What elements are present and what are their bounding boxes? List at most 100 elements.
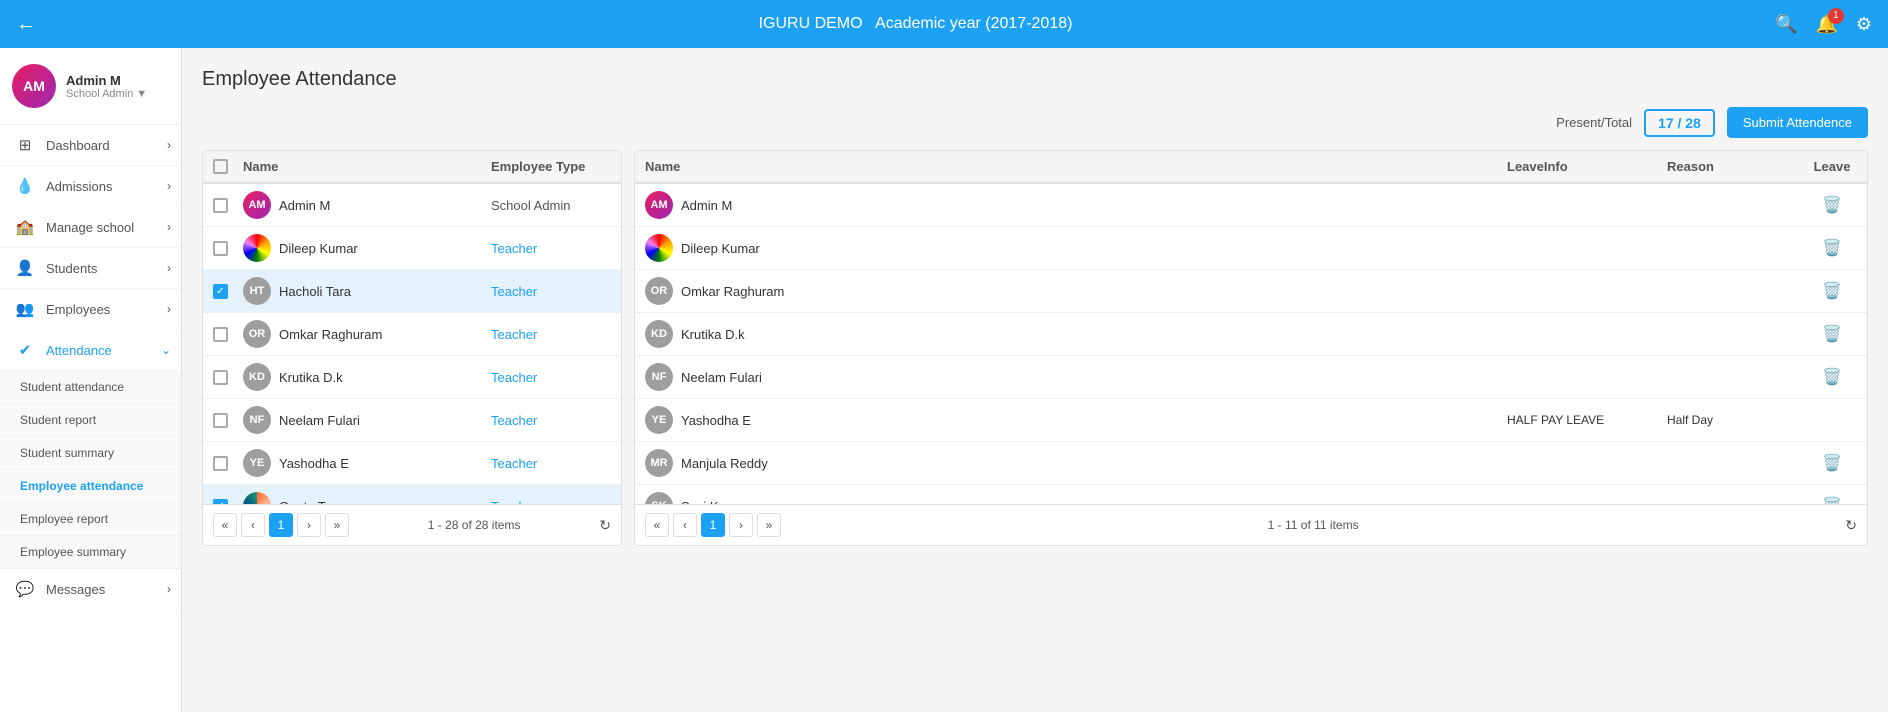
right-employee-table: Name LeaveInfo Reason Leave AM Admin M 🗑…	[634, 150, 1868, 546]
employee-name: Yashodha E	[279, 456, 349, 471]
notifications-icon[interactable]: 🔔 1	[1815, 14, 1837, 35]
table-row[interactable]: ✓ Geeta T Teacher	[203, 485, 621, 504]
leave-icon[interactable]: 🗑️	[1822, 195, 1842, 215]
table-row[interactable]: MR Manjula Reddy 🗑️	[635, 442, 1867, 485]
avatar: SK	[645, 492, 673, 504]
right-table-header: Name LeaveInfo Reason Leave	[635, 151, 1867, 184]
employee-name: Dileep Kumar	[681, 241, 760, 256]
sidebar-item-label: Messages	[46, 582, 105, 597]
leave-action[interactable]: 🗑️	[1807, 195, 1857, 215]
top-bar: Present/Total 17 / 28 Submit Attendence	[202, 107, 1868, 138]
leave-icon[interactable]: 🗑️	[1822, 238, 1842, 258]
table-row[interactable]: AM Admin M School Admin	[203, 184, 621, 227]
employees-icon: 👥	[14, 300, 36, 318]
avatar: MR	[645, 449, 673, 477]
reason-column-header: Reason	[1667, 159, 1807, 174]
sidebar-item-employee-report[interactable]: Employee report	[0, 503, 181, 536]
reason: Half Day	[1667, 413, 1807, 427]
leave-icon[interactable]: 🗑️	[1822, 324, 1842, 344]
page-title: Employee Attendance	[202, 68, 1868, 91]
prev-page-button-r[interactable]: ‹	[673, 513, 697, 537]
table-row[interactable]: ✓ HT Hacholi Tara Teacher	[203, 270, 621, 313]
employee-type: Teacher	[491, 456, 611, 471]
first-page-button-r[interactable]: «	[645, 513, 669, 537]
sidebar-item-employee-summary[interactable]: Employee summary	[0, 536, 181, 569]
sidebar-item-students[interactable]: 👤 Students ›	[0, 248, 181, 289]
table-row[interactable]: Dileep Kumar Teacher	[203, 227, 621, 270]
header-icons: 🔍 🔔 1 ⚙	[1775, 14, 1872, 35]
refresh-icon-r[interactable]: ↻	[1845, 517, 1857, 534]
search-icon[interactable]: 🔍	[1775, 14, 1797, 35]
table-row[interactable]: OR Omkar Raghuram Teacher	[203, 313, 621, 356]
leave-icon[interactable]: 🗑️	[1822, 453, 1842, 473]
leave-icon[interactable]: 🗑️	[1822, 496, 1842, 504]
row-checkbox[interactable]	[213, 327, 228, 342]
last-page-button[interactable]: »	[325, 513, 349, 537]
header: ← IGURU DEMO Academic year (2017-2018) 🔍…	[0, 0, 1888, 48]
row-checkbox[interactable]	[213, 370, 228, 385]
table-row[interactable]: OR Omkar Raghuram 🗑️	[635, 270, 1867, 313]
attendance-submenu: Student attendance Student report Studen…	[0, 371, 181, 569]
sidebar-item-dashboard[interactable]: ⊞ Dashboard ›	[0, 125, 181, 166]
avatar: AM	[12, 64, 56, 108]
refresh-icon[interactable]: ↻	[599, 517, 611, 534]
sidebar-item-label: Manage school	[46, 220, 134, 235]
avatar-image: AM	[12, 64, 56, 108]
back-button[interactable]: ←	[16, 13, 36, 36]
select-all-checkbox[interactable]	[213, 159, 228, 174]
sidebar: AM Admin M School Admin ▼ ⊞ Dashboard › …	[0, 48, 182, 712]
row-checkbox[interactable]	[213, 241, 228, 256]
leave-action[interactable]: 🗑️	[1807, 324, 1857, 344]
settings-icon[interactable]: ⚙	[1856, 14, 1872, 35]
sidebar-item-attendance[interactable]: ✔ Attendance ⌄	[0, 330, 181, 371]
sidebar-item-employees[interactable]: 👥 Employees ›	[0, 289, 181, 330]
table-row[interactable]: KD Krutika D.k Teacher	[203, 356, 621, 399]
row-checkbox[interactable]	[213, 413, 228, 428]
prev-page-button[interactable]: ‹	[241, 513, 265, 537]
table-row[interactable]: SK Sasi Kumar 🗑️	[635, 485, 1867, 504]
leave-action[interactable]: 🗑️	[1807, 453, 1857, 473]
table-row[interactable]: YE Yashodha E HALF PAY LEAVE Half Day	[635, 399, 1867, 442]
leave-action[interactable]: 🗑️	[1807, 496, 1857, 504]
sidebar-item-admissions[interactable]: 💧 Admissions ›	[0, 166, 181, 207]
row-checkbox[interactable]	[213, 198, 228, 213]
sidebar-item-student-report[interactable]: Student report	[0, 404, 181, 437]
leave-action[interactable]: 🗑️	[1807, 281, 1857, 301]
table-row[interactable]: AM Admin M 🗑️	[635, 184, 1867, 227]
leave-action[interactable]: 🗑️	[1807, 238, 1857, 258]
row-checkbox[interactable]	[213, 456, 228, 471]
next-page-button[interactable]: ›	[297, 513, 321, 537]
sidebar-item-manage-school[interactable]: 🏫 Manage school ›	[0, 207, 181, 248]
sidebar-item-employee-attendance[interactable]: Employee attendance	[0, 470, 181, 503]
next-page-button-r[interactable]: ›	[729, 513, 753, 537]
sidebar-item-messages[interactable]: 💬 Messages ›	[0, 569, 181, 610]
row-checkbox[interactable]: ✓	[213, 284, 228, 299]
submit-attendance-button[interactable]: Submit Attendence	[1727, 107, 1868, 138]
leaveinfo-column-header: LeaveInfo	[1507, 159, 1667, 174]
employee-type: Teacher	[491, 327, 611, 342]
pagination-info: 1 - 28 of 28 items	[428, 518, 521, 532]
last-page-button-r[interactable]: »	[757, 513, 781, 537]
first-page-button[interactable]: «	[213, 513, 237, 537]
leave-action[interactable]: 🗑️	[1807, 367, 1857, 387]
page-1-button-r[interactable]: 1	[701, 513, 725, 537]
dashboard-icon: ⊞	[14, 136, 36, 154]
employee-name: Omkar Raghuram	[279, 327, 382, 342]
leave-icon[interactable]: 🗑️	[1822, 367, 1842, 387]
row-checkbox[interactable]: ✓	[213, 499, 228, 505]
students-icon: 👤	[14, 259, 36, 277]
page-1-button[interactable]: 1	[269, 513, 293, 537]
table-row[interactable]: YE Yashodha E Teacher	[203, 442, 621, 485]
table-row[interactable]: KD Krutika D.k 🗑️	[635, 313, 1867, 356]
table-row[interactable]: NF Neelam Fulari Teacher	[203, 399, 621, 442]
name-column-header-r: Name	[645, 159, 1507, 174]
manage-school-icon: 🏫	[14, 218, 36, 236]
table-row[interactable]: Dileep Kumar 🗑️	[635, 227, 1867, 270]
profile-role[interactable]: School Admin ▼	[66, 88, 147, 100]
sidebar-item-student-summary[interactable]: Student summary	[0, 437, 181, 470]
sidebar-item-student-attendance[interactable]: Student attendance	[0, 371, 181, 404]
employee-type: Teacher	[491, 284, 611, 299]
name-column-header: Name	[243, 159, 491, 174]
leave-icon[interactable]: 🗑️	[1822, 281, 1842, 301]
table-row[interactable]: NF Neelam Fulari 🗑️	[635, 356, 1867, 399]
